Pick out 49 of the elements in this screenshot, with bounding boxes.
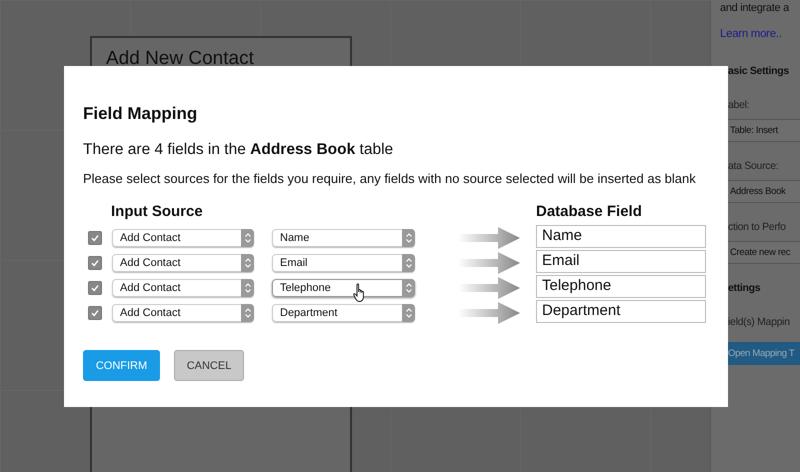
arrow-icon [458, 252, 520, 274]
input-field[interactable]: Table: Insert [728, 119, 800, 142]
database-field: Name [536, 225, 706, 248]
input-field[interactable]: Create new rec [728, 241, 800, 264]
section-heading: ettings [728, 282, 762, 296]
up-down-arrows-icon [404, 256, 412, 268]
summary-text: There are 4 fields in the Address Book table [83, 141, 394, 159]
field-select[interactable]: Department [272, 304, 415, 322]
source-select[interactable]: Add Contact [112, 278, 254, 296]
field-label: ield(s) Mappin [728, 316, 791, 330]
check-icon [90, 308, 100, 318]
hand-cursor-icon [353, 282, 367, 302]
arrow-icon [458, 276, 520, 298]
check-icon [90, 232, 100, 242]
checkbox[interactable] [88, 306, 102, 320]
field-label: ction to Perfo [728, 221, 787, 235]
instruction-text: Please select sources for the fields you require, any fields with no source selected will be inserted as blank [83, 171, 697, 186]
database-field: Telephone [536, 275, 706, 298]
up-down-arrows-icon [404, 306, 412, 318]
check-icon [90, 258, 100, 268]
database-field: Email [536, 250, 706, 273]
up-down-arrows-icon [404, 282, 412, 294]
column-heading: Input Source [111, 203, 204, 220]
input-field[interactable]: Address Book [728, 180, 800, 203]
up-down-arrows-icon [404, 232, 412, 244]
cancel-button[interactable]: CANCEL [174, 350, 244, 381]
card-title: Add New Contact [106, 48, 254, 69]
field-select[interactable]: Email [272, 254, 415, 272]
up-down-arrows-icon [244, 282, 252, 294]
source-select[interactable]: Add Contact [112, 254, 254, 272]
field-label: abel: [728, 99, 750, 113]
check-icon [90, 282, 100, 292]
checkbox[interactable] [88, 230, 102, 244]
dialog-title: Field Mapping [83, 104, 198, 124]
up-down-arrows-icon [244, 256, 252, 268]
field-label: ata Source: [728, 160, 780, 174]
checkbox[interactable] [88, 280, 102, 294]
source-select[interactable]: Add Contact [112, 228, 254, 246]
field-select[interactable]: Name [272, 228, 415, 246]
database-field: Department [536, 300, 706, 323]
arrow-icon [458, 226, 520, 248]
column-heading: Database Field [536, 203, 643, 220]
intro-text: and integrate a [720, 1, 790, 16]
up-down-arrows-icon [244, 232, 252, 244]
arrow-icon [458, 302, 520, 324]
checkbox[interactable] [88, 256, 102, 270]
source-select[interactable]: Add Contact [112, 304, 254, 322]
section-heading: asic Settings [728, 65, 790, 79]
up-down-arrows-icon [244, 306, 252, 318]
